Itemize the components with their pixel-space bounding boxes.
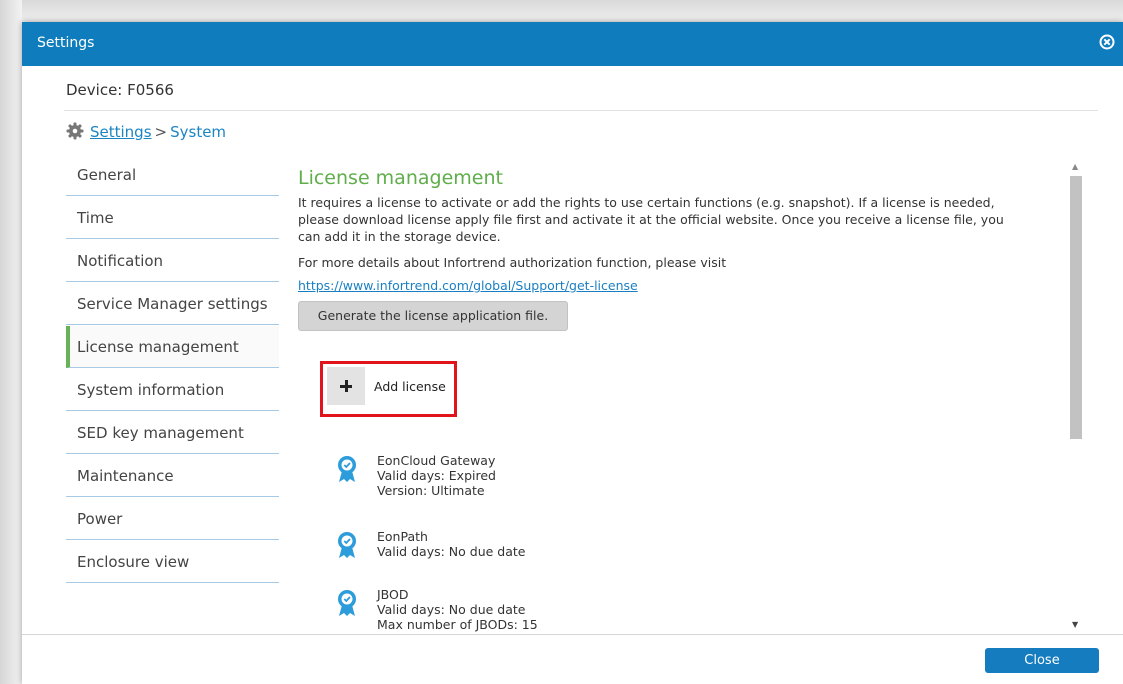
scrollbar-thumb[interactable] — [1070, 176, 1082, 439]
award-badge-icon — [338, 590, 356, 616]
background-left — [0, 0, 22, 684]
close-circle-icon[interactable] — [1099, 34, 1115, 50]
license-panel: License management It requires a license… — [298, 162, 1058, 642]
nav-item-license-management[interactable]: License management — [66, 326, 279, 368]
section-title: License management — [298, 167, 503, 189]
license-version: Version: Ultimate — [377, 483, 485, 498]
nav-item-power[interactable]: Power — [66, 498, 279, 540]
license-valid-days: Valid days: No due date — [377, 544, 526, 559]
breadcrumb-current: System — [170, 123, 227, 141]
scroll-up-arrow-icon[interactable]: ▲ — [1072, 162, 1078, 171]
settings-dialog: Settings Device: F0566 Settings > System G… — [22, 22, 1123, 684]
add-license-highlight: Add license — [320, 361, 457, 417]
add-license-button[interactable]: Add license — [374, 379, 446, 394]
device-label: Device: F0566 — [66, 81, 174, 99]
divider — [64, 110, 1098, 111]
close-button[interactable]: Close — [985, 648, 1099, 673]
license-name: EonPath — [377, 529, 428, 544]
dialog-title: Settings — [37, 35, 95, 51]
content-scrollbar[interactable]: ▲ ▼ — [1070, 162, 1082, 630]
license-valid-days: Valid days: Expired — [377, 468, 496, 483]
more-details-text: For more details about Infortrend author… — [298, 255, 727, 270]
dialog-titlebar: Settings — [22, 22, 1123, 66]
award-badge-icon — [338, 456, 356, 482]
background-top — [0, 0, 1123, 22]
breadcrumb-separator: > — [154, 123, 168, 141]
nav-item-service-manager[interactable]: Service Manager settings — [66, 283, 279, 325]
license-name: EonCloud Gateway — [377, 453, 496, 468]
breadcrumb-settings-link[interactable]: Settings — [90, 123, 152, 141]
footer-divider — [22, 634, 1123, 635]
nav-item-maintenance[interactable]: Maintenance — [66, 455, 279, 497]
license-description: It requires a license to activate or add… — [298, 195, 1004, 244]
license-name: JBOD — [377, 587, 409, 602]
generate-license-file-button[interactable]: Generate the license application file. — [298, 301, 568, 331]
license-max-jbods: Max number of JBODs: 15 — [377, 617, 538, 632]
nav-item-general[interactable]: General — [66, 154, 279, 196]
breadcrumb: Settings > System — [66, 122, 226, 141]
get-license-link[interactable]: https://www.infortrend.com/global/Suppor… — [298, 278, 638, 293]
plus-icon[interactable] — [327, 367, 365, 405]
license-valid-days: Valid days: No due date — [377, 602, 526, 617]
nav-item-enclosure-view[interactable]: Enclosure view — [66, 541, 279, 583]
nav-item-time[interactable]: Time — [66, 197, 279, 239]
nav-item-sed-key-management[interactable]: SED key management — [66, 412, 279, 454]
award-badge-icon — [338, 532, 356, 558]
gear-icon — [66, 122, 84, 140]
settings-nav: General Time Notification Service Manage… — [66, 154, 279, 584]
scroll-down-arrow-icon[interactable]: ▼ — [1072, 620, 1078, 629]
nav-item-notification[interactable]: Notification — [66, 240, 279, 282]
nav-item-system-information[interactable]: System information — [66, 369, 279, 411]
